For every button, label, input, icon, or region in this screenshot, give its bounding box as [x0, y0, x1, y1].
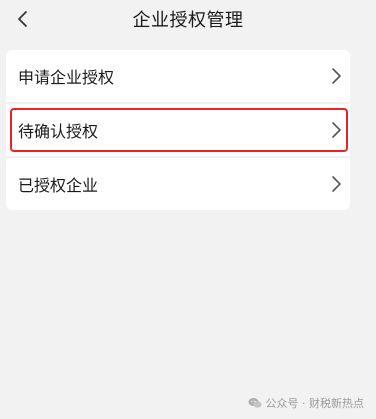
chevron-right-icon: [330, 67, 342, 85]
watermark: 公众号 · 财税新热点: [248, 395, 365, 411]
watermark-text: 公众号 · 财税新热点: [265, 397, 365, 410]
chevron-right-icon: [330, 175, 342, 193]
menu-item-authorized-companies[interactable]: 已授权企业: [6, 158, 350, 210]
page-title: 企业授权管理: [132, 10, 244, 31]
menu-item-label: 申请企业授权: [18, 68, 115, 87]
menu-item-apply-authorization[interactable]: 申请企业授权: [6, 50, 350, 102]
menu-item-pending-authorization[interactable]: 待确认授权: [6, 104, 350, 156]
authorization-menu: 申请企业授权 待确认授权 已授权企业: [6, 50, 350, 212]
chevron-right-icon: [330, 121, 342, 139]
top-bar: 企业授权管理: [0, 0, 376, 38]
menu-item-label: 已授权企业: [18, 176, 99, 195]
wechat-icon: [248, 398, 261, 408]
menu-item-label: 待确认授权: [18, 122, 99, 141]
